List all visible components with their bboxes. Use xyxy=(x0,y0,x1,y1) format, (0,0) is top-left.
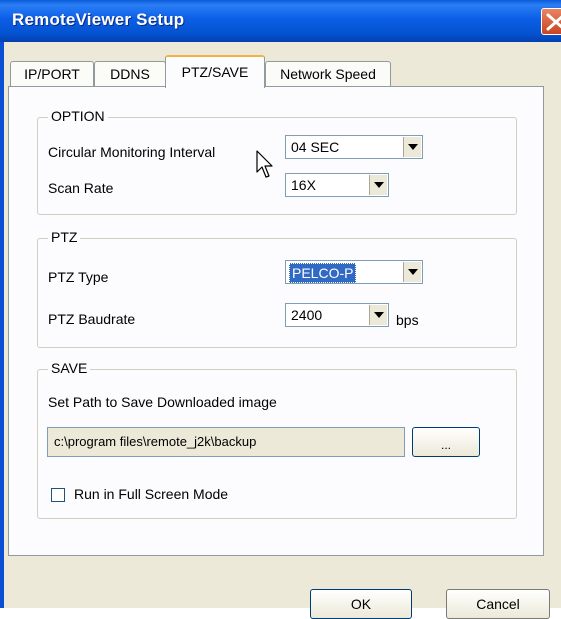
option-group: OPTION Circular Monitoring Interval 04 S… xyxy=(37,108,517,215)
ptz-type-value: PELCO-P xyxy=(289,263,357,283)
save-path-field[interactable]: c:\program files\remote_j2k\backup xyxy=(47,427,405,457)
tab-ip-port[interactable]: IP/PORT xyxy=(10,61,94,87)
chevron-down-icon xyxy=(408,144,418,150)
ptz-baudrate-label: PTZ Baudrate xyxy=(48,311,136,327)
ptz-baudrate-select[interactable]: 2400 xyxy=(285,303,389,327)
tab-label: PTZ/SAVE xyxy=(181,64,249,80)
tab-ptz-save[interactable]: PTZ/SAVE xyxy=(165,55,265,88)
window-border xyxy=(0,42,4,608)
chevron-down-icon xyxy=(374,312,384,318)
chevron-down-icon xyxy=(408,269,418,275)
scan-rate-value: 16X xyxy=(291,177,316,193)
cancel-button[interactable]: Cancel xyxy=(446,589,550,619)
ptz-baudrate-value: 2400 xyxy=(291,307,323,323)
ptz-group: PTZ PTZ Type PELCO-P PTZ Baudrate 2400 b… xyxy=(37,229,517,348)
fullscreen-label: Run in Full Screen Mode xyxy=(74,486,229,502)
fullscreen-checkbox[interactable] xyxy=(51,488,65,502)
save-group-title: SAVE xyxy=(48,360,91,376)
chevron-down-icon xyxy=(374,182,384,188)
scan-rate-label: Scan Rate xyxy=(48,180,114,196)
ptz-type-select[interactable]: PELCO-P xyxy=(285,260,423,284)
save-group: SAVE Set Path to Save Downloaded image c… xyxy=(37,360,517,519)
interval-value: 04 SEC xyxy=(291,139,340,155)
interval-label: Circular Monitoring Interval xyxy=(48,144,216,160)
ptz-group-title: PTZ xyxy=(48,229,81,245)
tab-ddns[interactable]: DDNS xyxy=(94,61,166,87)
option-group-title: OPTION xyxy=(48,108,108,124)
dropdown-button[interactable] xyxy=(369,305,387,325)
tab-network-speed[interactable]: Network Speed xyxy=(265,61,391,87)
tab-label: DDNS xyxy=(110,66,150,82)
baudrate-unit: bps xyxy=(396,312,419,328)
tab-label: IP/PORT xyxy=(24,66,80,82)
save-path-label: Set Path to Save Downloaded image xyxy=(48,394,277,410)
ok-button[interactable]: OK xyxy=(310,589,412,619)
dropdown-button[interactable] xyxy=(403,262,421,282)
tab-label: Network Speed xyxy=(280,66,376,82)
scan-rate-select[interactable]: 16X xyxy=(285,173,389,197)
mouse-pointer-icon xyxy=(256,150,273,178)
ptz-type-label: PTZ Type xyxy=(48,269,109,285)
tab-panel: OPTION Circular Monitoring Interval 04 S… xyxy=(8,86,544,556)
close-button[interactable] xyxy=(541,8,561,35)
close-icon xyxy=(546,13,561,31)
window-title: RemoteViewer Setup xyxy=(12,10,185,29)
dropdown-button[interactable] xyxy=(369,175,387,195)
dropdown-button[interactable] xyxy=(403,137,421,157)
browse-button[interactable]: ... xyxy=(412,427,480,457)
interval-select[interactable]: 04 SEC xyxy=(285,135,423,159)
setup-dialog: RemoteViewer Setup IP/PORT DDNS PTZ/SAVE… xyxy=(0,0,561,619)
title-bar[interactable]: RemoteViewer Setup xyxy=(0,0,561,42)
